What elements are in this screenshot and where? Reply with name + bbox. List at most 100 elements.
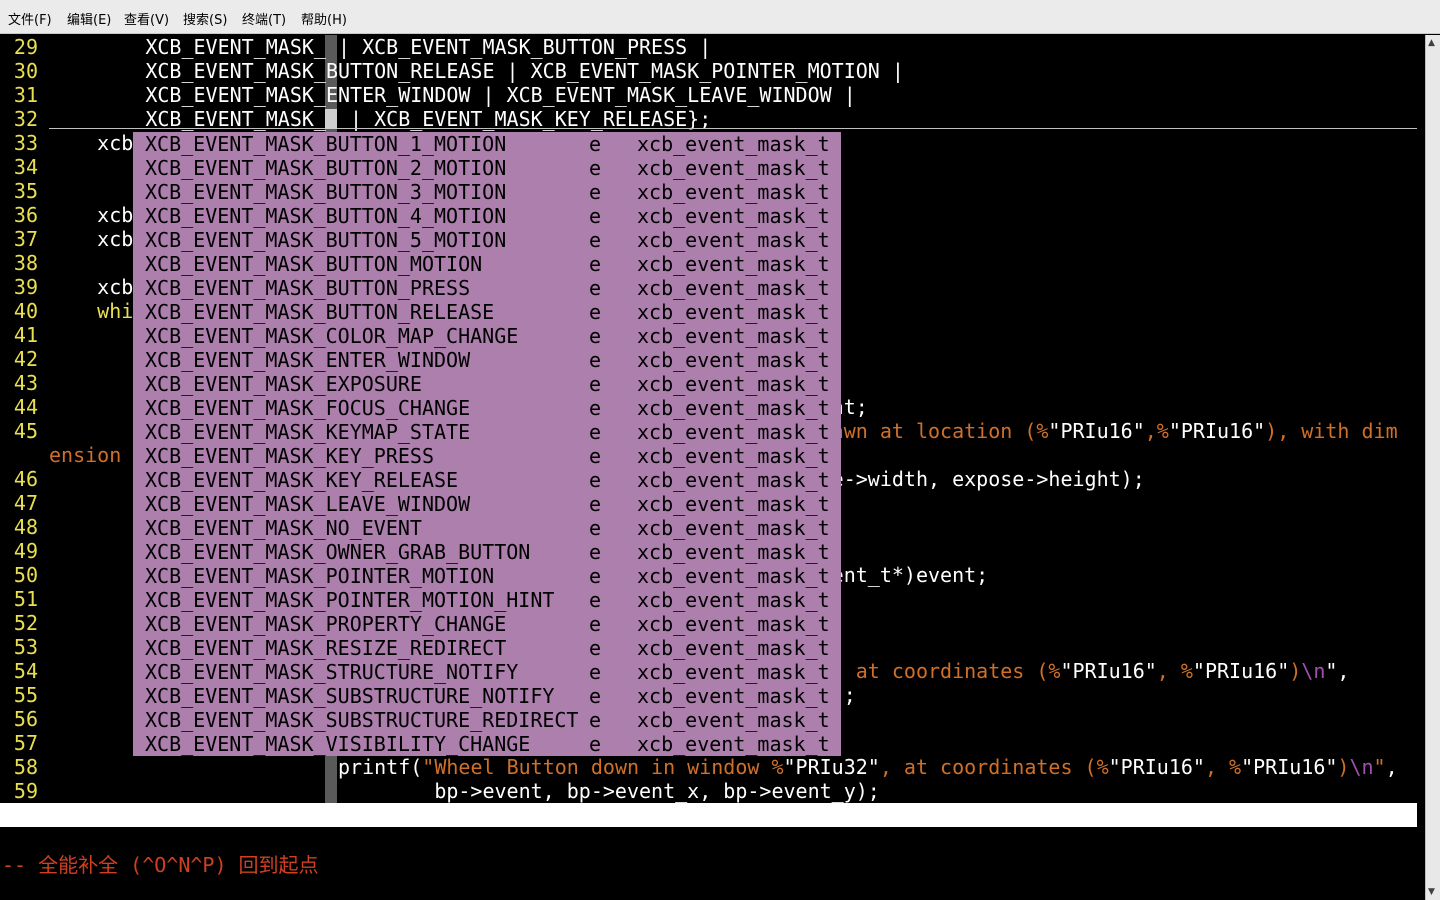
completion-item[interactable]: XCB_EVENT_MASK_PROPERTY_CHANGE e xcb_event… bbox=[133, 612, 841, 636]
line-number: 47 bbox=[13, 491, 38, 515]
completion-kind: e bbox=[589, 180, 602, 204]
line-number: 37 bbox=[13, 227, 38, 251]
completion-type: xcb_event_mask_t bbox=[637, 612, 830, 636]
code-segment: bp->event, bp->event_x, bp->event_y); bbox=[49, 779, 880, 803]
code-segment: ,% bbox=[1144, 419, 1169, 443]
completion-kind: e bbox=[589, 420, 602, 444]
line-number: 41 bbox=[13, 323, 38, 347]
code-segment: | XCB_EVENT_MASK_BUTTON_PRESS | bbox=[337, 35, 712, 59]
completion-kind: e bbox=[589, 612, 602, 636]
completion-item[interactable]: XCB_EVENT_MASK_KEYMAP_STATE e xcb_event_ma… bbox=[133, 420, 841, 444]
completion-item[interactable]: XCB_EVENT_MASK_BUTTON_MOTION e xcb_event_m… bbox=[133, 252, 841, 276]
completion-type: xcb_event_mask_t bbox=[637, 732, 830, 756]
completion-item[interactable]: XCB_EVENT_MASK_VISIBILITY_CHANGE e xcb_eve… bbox=[133, 732, 841, 756]
code-segment: "PRIu16" bbox=[1048, 419, 1145, 443]
completion-word: XCB_EVENT_MASK_KEY_RELEASE bbox=[145, 468, 459, 492]
completion-type: xcb_event_mask_t bbox=[637, 684, 830, 708]
line-code: XCB_EVENT_MASK_ | XCB_EVENT_MASK_BUTTON_… bbox=[49, 35, 711, 59]
line-code: whi bbox=[49, 299, 133, 323]
completion-word: XCB_EVENT_MASK_RESIZE_REDIRECT bbox=[145, 636, 507, 660]
line-number: 58 bbox=[13, 755, 38, 779]
code-segment: , at coordinates (% bbox=[879, 755, 1109, 779]
line-number: 39 bbox=[13, 275, 38, 299]
menu-item-0[interactable]: 文件(F) bbox=[8, 9, 52, 28]
code-segment: "PRIu16" bbox=[1192, 659, 1290, 683]
completion-word: XCB_EVENT_MASK_ENTER_WINDOW bbox=[145, 348, 471, 372]
completion-word: XCB_EVENT_MASK_SUBSTRUCTURE_NOTIFY bbox=[145, 684, 555, 708]
menu-item-5[interactable]: 帮助(H) bbox=[301, 9, 347, 28]
menu-item-4[interactable]: 终端(T) bbox=[242, 9, 286, 28]
line-number: 31 bbox=[13, 83, 38, 107]
terminal-scrollbar[interactable]: ▲ ▼ bbox=[1425, 35, 1440, 900]
completion-word: XCB_EVENT_MASK_LEAVE_WINDOW bbox=[145, 492, 471, 516]
line-number: 48 bbox=[13, 515, 38, 539]
code-segment: XCB_EVENT_MASK_ENTER_WINDOW | XCB_EVENT_… bbox=[49, 83, 856, 107]
completion-kind: e bbox=[589, 564, 602, 588]
completion-item[interactable]: XCB_EVENT_MASK_BUTTON_4_MOTION e xcb_event… bbox=[133, 204, 841, 228]
completion-type: xcb_event_mask_t bbox=[637, 204, 830, 228]
completion-item[interactable]: XCB_EVENT_MASK_FOCUS_CHANGE e xcb_event_ma… bbox=[133, 396, 841, 420]
completion-item[interactable]: XCB_EVENT_MASK_KEY_PRESS e xcb_event_mask_… bbox=[133, 444, 841, 468]
code-segment: \n bbox=[1349, 755, 1374, 779]
status-filename: 04-event.c [+] bbox=[2, 827, 171, 851]
completion-kind: e bbox=[589, 660, 602, 684]
completion-item[interactable]: XCB_EVENT_MASK_BUTTON_2_MOTION e xcb_event… bbox=[133, 156, 841, 180]
line-number: 54 bbox=[13, 659, 38, 683]
triangle-up-icon[interactable]: ▲ bbox=[1428, 38, 1435, 48]
completion-word: XCB_EVENT_MASK_BUTTON_4_MOTION bbox=[145, 204, 507, 228]
line-number: 52 bbox=[13, 611, 38, 635]
completion-item[interactable]: XCB_EVENT_MASK_OWNER_GRAB_BUTTON e xcb_eve… bbox=[133, 540, 841, 564]
completion-item[interactable]: XCB_EVENT_MASK_RESIZE_REDIRECT e xcb_event… bbox=[133, 636, 841, 660]
completion-item[interactable]: XCB_EVENT_MASK_BUTTON_3_MOTION e xcb_event… bbox=[133, 180, 841, 204]
completion-kind: e bbox=[589, 396, 602, 420]
menu-item-2[interactable]: 查看(V) bbox=[124, 9, 169, 28]
completion-item[interactable]: XCB_EVENT_MASK_SUBSTRUCTURE_REDIRECT e xcb… bbox=[133, 708, 841, 732]
completion-kind: e bbox=[589, 468, 602, 492]
code-segment: ), with dim bbox=[1265, 419, 1398, 443]
line-number: 56 bbox=[13, 707, 38, 731]
line-number: 38 bbox=[13, 251, 38, 275]
completion-word: XCB_EVENT_MASK_KEYMAP_STATE bbox=[145, 420, 471, 444]
completion-item[interactable]: XCB_EVENT_MASK_KEY_RELEASE e xcb_event_mas… bbox=[133, 468, 841, 492]
status-line: 04-event.c [+] 32,24 35% bbox=[0, 803, 1417, 899]
code-segment: xcb bbox=[49, 275, 134, 299]
completion-item[interactable]: XCB_EVENT_MASK_BUTTON_1_MOTION e xcb_event… bbox=[133, 132, 841, 156]
text-cursor bbox=[325, 109, 337, 129]
triangle-down-icon[interactable]: ▼ bbox=[1428, 887, 1435, 897]
terminal-vim-buffer[interactable]: 29 XCB_EVENT_MASK_ | XCB_EVENT_MASK_BUTT… bbox=[0, 35, 1425, 900]
line-number: 46 bbox=[13, 467, 38, 491]
menu-item-1[interactable]: 编辑(E) bbox=[67, 9, 111, 28]
completion-kind: e bbox=[589, 708, 602, 732]
completion-item[interactable]: XCB_EVENT_MASK_STRUCTURE_NOTIFY e xcb_even… bbox=[133, 660, 841, 684]
completion-item[interactable]: XCB_EVENT_MASK_NO_EVENT e xcb_event_mask_t bbox=[133, 516, 841, 540]
completion-item[interactable]: XCB_EVENT_MASK_POINTER_MOTION_HINT e xcb_e… bbox=[133, 588, 841, 612]
completion-type: xcb_event_mask_t bbox=[637, 348, 830, 372]
completion-kind: e bbox=[589, 444, 602, 468]
completion-type: xcb_event_mask_t bbox=[637, 516, 830, 540]
code-segment: "PRIu16" bbox=[1108, 755, 1205, 779]
completion-item[interactable]: XCB_EVENT_MASK_ENTER_WINDOW e xcb_event_ma… bbox=[133, 348, 841, 372]
completion-kind: e bbox=[589, 588, 602, 612]
line-code: printf("Wheel Button down in window %"PR… bbox=[49, 755, 1398, 779]
code-segment: ) bbox=[1337, 755, 1350, 779]
completion-item[interactable]: XCB_EVENT_MASK_LEAVE_WINDOW e xcb_event_ma… bbox=[133, 492, 841, 516]
completion-item[interactable]: XCB_EVENT_MASK_POINTER_MOTION e xcb_event_… bbox=[133, 564, 841, 588]
completion-item[interactable]: XCB_EVENT_MASK_SUBSTRUCTURE_NOTIFY e xcb_e… bbox=[133, 684, 841, 708]
menu-item-3[interactable]: 搜索(S) bbox=[183, 9, 227, 28]
completion-type: xcb_event_mask_t bbox=[637, 252, 830, 276]
completion-type: xcb_event_mask_t bbox=[637, 708, 830, 732]
completion-type: xcb_event_mask_t bbox=[637, 564, 830, 588]
line-code: xcb bbox=[49, 131, 133, 155]
completion-item[interactable]: XCB_EVENT_MASK_COLOR_MAP_CHANGE e xcb_even… bbox=[133, 324, 841, 348]
completion-kind: e bbox=[589, 636, 602, 660]
completion-popup-menu[interactable]: XCB_EVENT_MASK_BUTTON_1_MOTION e xcb_event… bbox=[133, 132, 841, 756]
completion-item[interactable]: XCB_EVENT_MASK_EXPOSURE e xcb_event_mask_t bbox=[133, 372, 841, 396]
completion-word: XCB_EVENT_MASK_BUTTON_5_MOTION bbox=[145, 228, 507, 252]
completion-item[interactable]: XCB_EVENT_MASK_BUTTON_PRESS e xcb_event_ma… bbox=[133, 276, 841, 300]
line-number: 34 bbox=[13, 155, 38, 179]
completion-item[interactable]: XCB_EVENT_MASK_BUTTON_RELEASE e xcb_event_… bbox=[133, 300, 841, 324]
completion-item[interactable]: XCB_EVENT_MASK_BUTTON_5_MOTION e xcb_event… bbox=[133, 228, 841, 252]
line-number: 57 bbox=[13, 731, 38, 755]
code-segment: " bbox=[1373, 755, 1386, 779]
completion-word: XCB_EVENT_MASK_BUTTON_MOTION bbox=[145, 252, 483, 276]
